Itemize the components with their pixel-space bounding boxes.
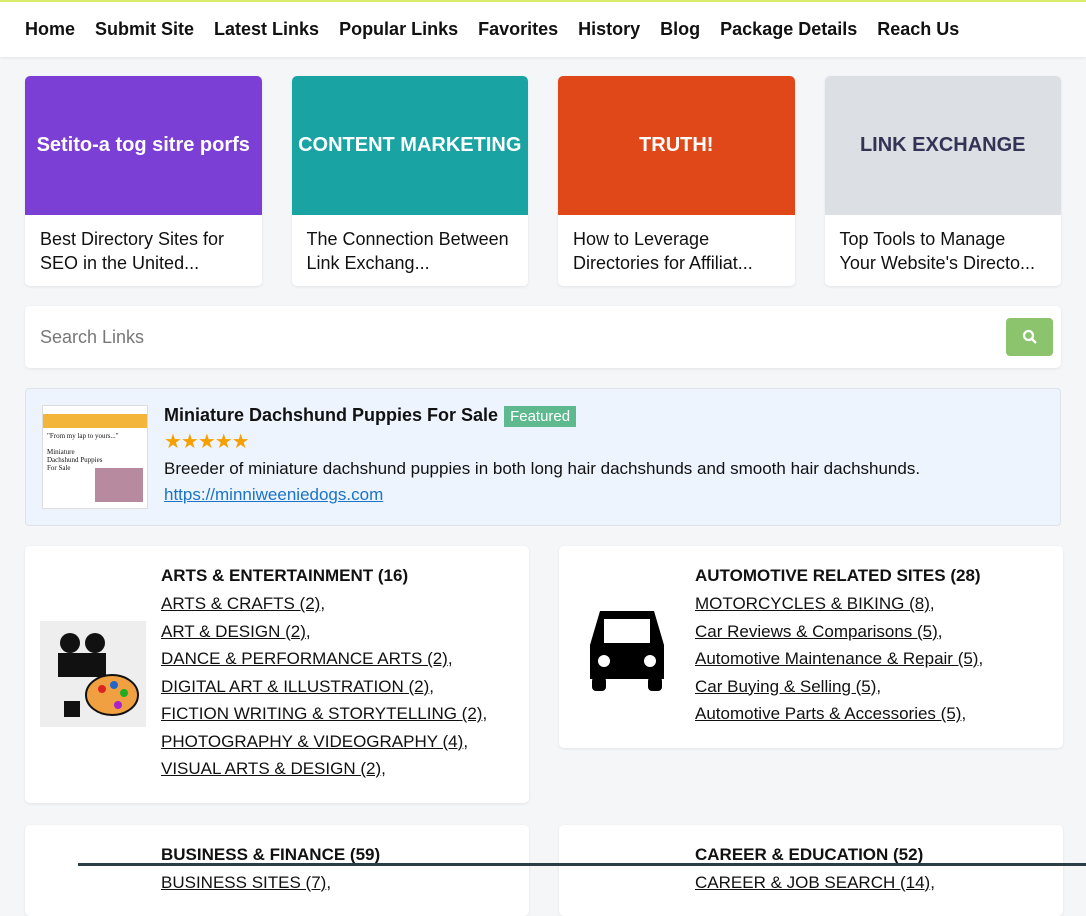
rating-stars: ★★★★★ (164, 429, 920, 454)
category-name[interactable]: CAREER & EDUCATION (52) (695, 845, 935, 865)
blog-posts: Setito-a tog sitre porfs Best Directory S… (0, 57, 1086, 286)
featured-thumbnail[interactable]: "From my lap to yours..."MiniatureDachsh… (42, 405, 148, 509)
blog-post-card[interactable]: TRUTH! How to Leverage Directories for Af… (558, 76, 795, 286)
post-image[interactable]: CONTENT MARKETING (292, 76, 529, 215)
subcategory-link[interactable]: MOTORCYCLES & BIKING (8) (695, 594, 930, 613)
nav-blog[interactable]: Blog (660, 19, 700, 40)
blog-post-card[interactable]: LINK EXCHANGE Top Tools to Manage Your We… (825, 76, 1062, 286)
business-icon (40, 845, 146, 897)
film-camera-palette-icon (40, 566, 146, 783)
subcategory-link[interactable]: VISUAL ARTS & DESIGN (2) (161, 759, 381, 778)
nav-latest-links[interactable]: Latest Links (214, 19, 319, 40)
featured-url[interactable]: https://minniweeniedogs.com (164, 485, 383, 504)
category-name[interactable]: BUSINESS & FINANCE (59) (161, 845, 380, 865)
subcategory-link[interactable]: Automotive Parts & Accessories (5) (695, 704, 961, 723)
blog-post-card[interactable]: Setito-a tog sitre porfs Best Directory S… (25, 76, 262, 286)
category-card: CAREER & EDUCATION (52) CAREER & JOB SEAR… (559, 825, 1063, 916)
post-image[interactable]: LINK EXCHANGE (825, 76, 1062, 215)
post-image[interactable]: TRUTH! (558, 76, 795, 215)
nav-popular-links[interactable]: Popular Links (339, 19, 458, 40)
post-image-text: TRUTH! (639, 134, 713, 157)
nav-package-details[interactable]: Package Details (720, 19, 857, 40)
nav-home[interactable]: Home (25, 19, 75, 40)
nav-submit-site[interactable]: Submit Site (95, 19, 194, 40)
car-icon (574, 566, 680, 728)
subcategory-link[interactable]: FICTION WRITING & STORYTELLING (2) (161, 704, 482, 723)
featured-title[interactable]: Miniature Dachshund Puppies For Sale (164, 405, 498, 425)
post-title[interactable]: Best Directory Sites for SEO in the Unit… (25, 215, 262, 286)
featured-description: Breeder of miniature dachshund puppies i… (164, 459, 920, 479)
category-card: ARTS & ENTERTAINMENT (16) ARTS & CRAFTS (… (25, 546, 529, 803)
category-name[interactable]: AUTOMOTIVE RELATED SITES (28) (695, 566, 983, 586)
subcategory-link[interactable]: ARTS & CRAFTS (2) (161, 594, 320, 613)
subcategory-link[interactable]: DIGITAL ART & ILLUSTRATION (2) (161, 677, 429, 696)
subcategory-link[interactable]: Automotive Maintenance & Repair (5) (695, 649, 978, 668)
category-card: AUTOMOTIVE RELATED SITES (28) MOTORCYCLES… (559, 546, 1063, 748)
post-image[interactable]: Setito-a tog sitre porfs (25, 76, 262, 215)
search-icon (1022, 329, 1038, 345)
blog-post-card[interactable]: CONTENT MARKETING The Connection Between … (292, 76, 529, 286)
top-nav: Home Submit Site Latest Links Popular Links… (0, 0, 1086, 57)
featured-badge: Featured (504, 406, 576, 427)
nav-reach-us[interactable]: Reach Us (877, 19, 959, 40)
category-name[interactable]: ARTS & ENTERTAINMENT (16) (161, 566, 487, 586)
nav-history[interactable]: History (578, 19, 640, 40)
subcategory-link[interactable]: Car Buying & Selling (5) (695, 677, 876, 696)
post-image-text: Setito-a tog sitre porfs (37, 134, 250, 157)
post-title[interactable]: How to Leverage Directories for Affiliat… (558, 215, 795, 286)
career-icon (574, 845, 680, 897)
subcategory-link[interactable]: Car Reviews & Comparisons (5) (695, 622, 938, 641)
category-card: BUSINESS & FINANCE (59) BUSINESS SITES (7… (25, 825, 529, 916)
post-image-text: CONTENT MARKETING (298, 134, 521, 157)
subcategory-link[interactable]: BUSINESS SITES (7) (161, 873, 326, 892)
subcategory-link[interactable]: ART & DESIGN (2) (161, 622, 306, 641)
featured-listing: "From my lap to yours..."MiniatureDachsh… (25, 388, 1061, 526)
post-title[interactable]: Top Tools to Manage Your Website's Direc… (825, 215, 1062, 286)
search-button[interactable] (1006, 318, 1053, 356)
post-title[interactable]: The Connection Between Link Exchang... (292, 215, 529, 286)
post-image-text: LINK EXCHANGE (860, 134, 1026, 157)
subcategory-link[interactable]: DANCE & PERFORMANCE ARTS (2) (161, 649, 448, 668)
subcategory-link[interactable]: CAREER & JOB SEARCH (14) (695, 873, 930, 892)
subcategory-link[interactable]: PHOTOGRAPHY & VIDEOGRAPHY (4) (161, 732, 463, 751)
search-bar (25, 306, 1061, 368)
nav-favorites[interactable]: Favorites (478, 19, 558, 40)
search-input[interactable] (40, 327, 1006, 348)
categories: ARTS & ENTERTAINMENT (16) ARTS & CRAFTS (… (0, 526, 1086, 916)
